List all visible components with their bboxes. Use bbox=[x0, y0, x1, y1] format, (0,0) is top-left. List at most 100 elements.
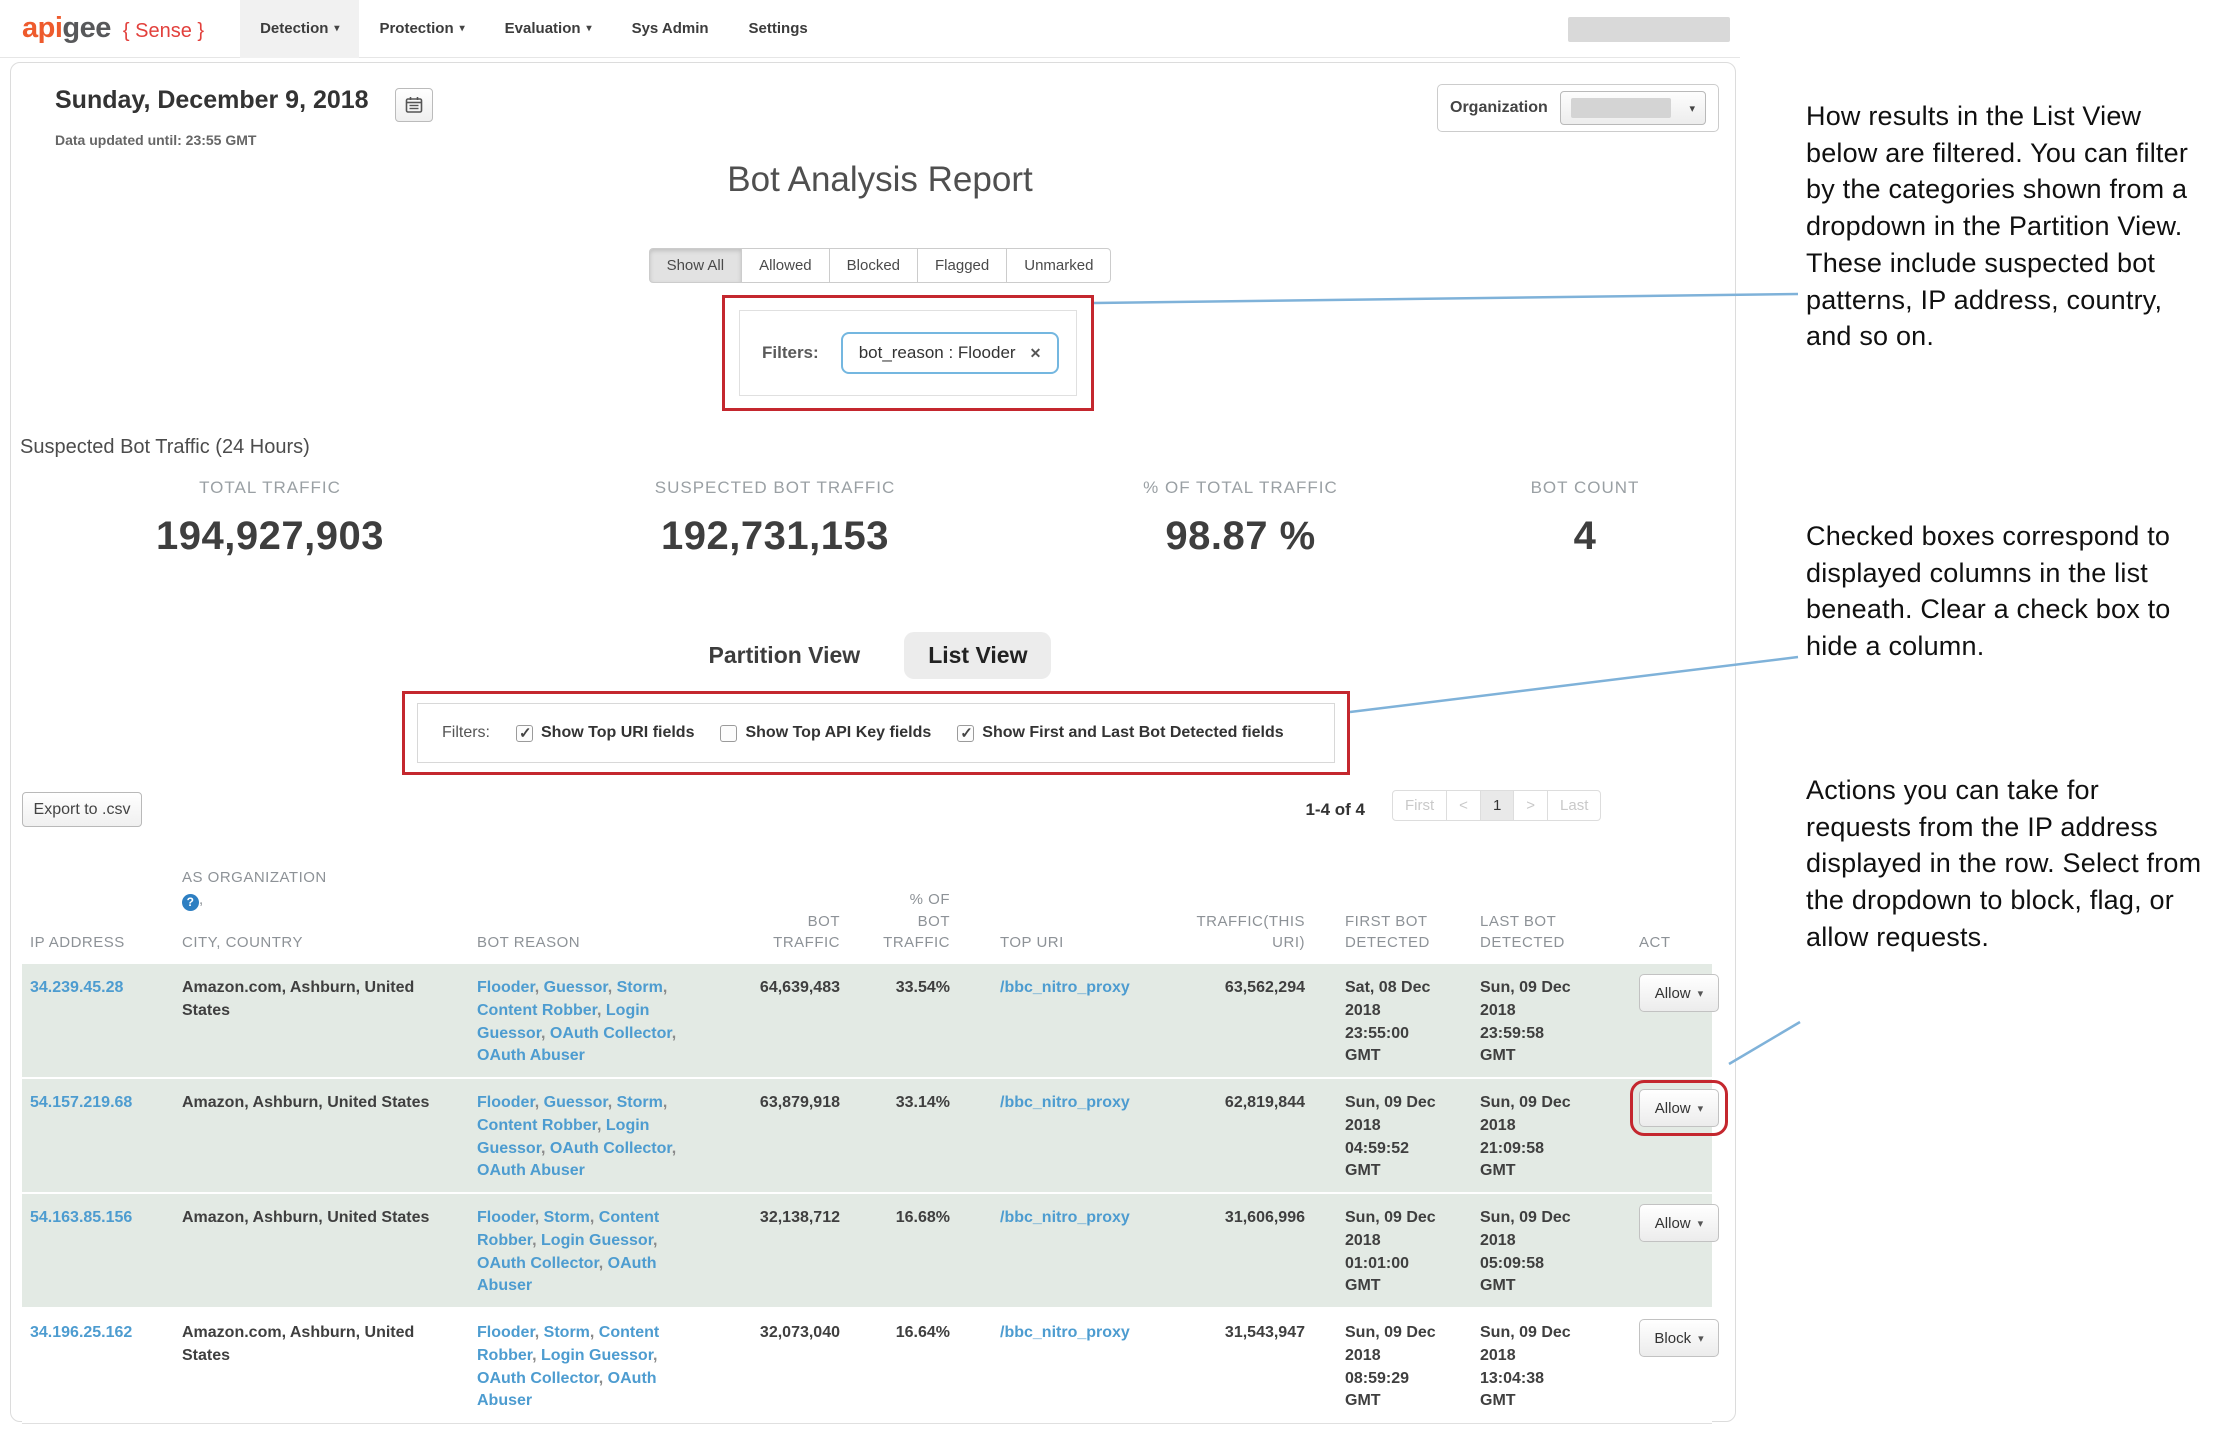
ip-address-link[interactable]: 34.239.45.28 bbox=[22, 964, 182, 1077]
separator: , bbox=[599, 1370, 608, 1387]
act-cell: Block bbox=[1615, 1309, 1712, 1423]
first-bot-detected-cell: Sun, 09 Dec 2018 08:59:29 GMT bbox=[1317, 1309, 1480, 1423]
bot-reason-link[interactable]: Login Guessor bbox=[541, 1232, 653, 1249]
separator: , bbox=[590, 1324, 599, 1341]
tab-blocked[interactable]: Blocked bbox=[829, 248, 918, 283]
stat-total-traffic: TOTAL TRAFFIC 194,927,903 bbox=[80, 478, 460, 559]
separator: , bbox=[663, 1094, 667, 1111]
bot-reason-link[interactable]: OAuth Collector bbox=[477, 1255, 599, 1272]
stat-value: 194,927,903 bbox=[80, 514, 460, 559]
page-button-1[interactable]: 1 bbox=[1480, 790, 1514, 821]
tab-flagged[interactable]: Flagged bbox=[917, 248, 1007, 283]
separator: , bbox=[599, 1255, 608, 1272]
separator: , bbox=[535, 1094, 544, 1111]
action-label: Allow bbox=[1655, 1215, 1691, 1232]
traffic-this-uri-cell: 31,543,947 bbox=[1137, 1309, 1317, 1423]
bot-traffic-cell: 32,073,040 bbox=[707, 1309, 852, 1423]
action-dropdown[interactable]: Allow bbox=[1639, 1089, 1719, 1127]
bot-reason-link[interactable]: Storm bbox=[617, 1094, 663, 1111]
separator: , bbox=[663, 979, 667, 996]
nav-item-evaluation[interactable]: Evaluation ▾ bbox=[485, 0, 612, 58]
tab-list-view[interactable]: List View bbox=[904, 632, 1051, 679]
bot-reason-link[interactable]: Storm bbox=[617, 979, 663, 996]
bot-reason-link[interactable]: OAuth Abuser bbox=[477, 1047, 585, 1064]
bot-reason-cell: Flooder, Guessor, Storm, Content Robber,… bbox=[477, 964, 707, 1077]
nav-item-protection[interactable]: Protection ▾ bbox=[359, 0, 484, 58]
bot-reason-link[interactable]: Storm bbox=[544, 1324, 590, 1341]
tab-partition-view[interactable]: Partition View bbox=[709, 642, 861, 669]
top-uri-link[interactable]: /bbc_nitro_proxy bbox=[962, 1309, 1137, 1423]
calendar-icon bbox=[405, 96, 423, 114]
bot-reason-link[interactable]: OAuth Collector bbox=[550, 1025, 672, 1042]
bot-reason-link[interactable]: OAuth Collector bbox=[477, 1370, 599, 1387]
annotation-text: Checked boxes correspond to displayed co… bbox=[1806, 518, 2208, 665]
top-uri-link[interactable]: /bbc_nitro_proxy bbox=[962, 1079, 1137, 1192]
separator: , bbox=[541, 1140, 550, 1157]
pagination-summary: 1-4 of 4 bbox=[1285, 800, 1365, 820]
organization-select[interactable]: ▾ bbox=[1560, 91, 1706, 125]
logo-sense: { Sense } bbox=[123, 20, 204, 43]
separator: , bbox=[597, 1117, 606, 1134]
separator: , bbox=[535, 1209, 544, 1226]
annotation-highlight-column-filters bbox=[402, 691, 1350, 775]
pagination-controls: First<1>Last bbox=[1392, 790, 1601, 821]
tab-unmarked[interactable]: Unmarked bbox=[1006, 248, 1111, 283]
tab-show-all[interactable]: Show All bbox=[649, 248, 743, 283]
nav-item-detection[interactable]: Detection ▾ bbox=[240, 0, 359, 58]
bot-reason-link[interactable]: OAuth Abuser bbox=[477, 1162, 585, 1179]
top-uri-link[interactable]: /bbc_nitro_proxy bbox=[962, 964, 1137, 1077]
bot-reason-link[interactable]: Content Robber bbox=[477, 1117, 597, 1134]
export-csv-button[interactable]: Export to .csv bbox=[22, 792, 142, 827]
separator: , bbox=[653, 1232, 657, 1249]
bot-traffic-cell: 32,138,712 bbox=[707, 1194, 852, 1307]
organization-label: Organization bbox=[1450, 99, 1548, 117]
first-bot-detected-cell: Sat, 08 Dec 2018 23:55:00 GMT bbox=[1317, 964, 1480, 1077]
traffic-this-uri-cell: 62,819,844 bbox=[1137, 1079, 1317, 1192]
bot-reason-cell: Flooder, Storm, Content Robber, Login Gu… bbox=[477, 1309, 707, 1423]
ip-address-link[interactable]: 54.163.85.156 bbox=[22, 1194, 182, 1307]
nav-item-label: Evaluation bbox=[505, 20, 581, 37]
calendar-button[interactable] bbox=[395, 88, 433, 122]
action-label: Allow bbox=[1655, 1100, 1691, 1117]
tab-allowed[interactable]: Allowed bbox=[741, 248, 830, 283]
bot-reason-link[interactable]: Flooder bbox=[477, 979, 535, 996]
ip-address-link[interactable]: 34.196.25.162 bbox=[22, 1309, 182, 1423]
bot-reason-link[interactable]: Storm bbox=[544, 1209, 590, 1226]
bot-reason-link[interactable]: Flooder bbox=[477, 1324, 535, 1341]
bot-reason-link[interactable]: OAuth Collector bbox=[550, 1140, 672, 1157]
nav-item-label: Settings bbox=[749, 20, 808, 37]
separator: , bbox=[653, 1347, 657, 1364]
last-bot-detected-cell: Sun, 09 Dec 2018 23:59:58 GMT bbox=[1480, 964, 1615, 1077]
col-header-as-organization: AS ORGANIZATION ?, CITY, COUNTRY bbox=[182, 845, 477, 954]
separator: , bbox=[535, 1324, 544, 1341]
nav-item-label: Sys Admin bbox=[632, 20, 709, 37]
bot-reason-link[interactable]: Guessor bbox=[544, 979, 608, 996]
nav-item-sys-admin[interactable]: Sys Admin bbox=[612, 0, 729, 58]
page-button-: < bbox=[1446, 790, 1481, 821]
stat-suspected-bot-traffic: SUSPECTED BOT TRAFFIC 192,731,153 bbox=[585, 478, 965, 559]
data-updated-note: Data updated until: 23:55 GMT bbox=[55, 132, 256, 148]
bot-reason-link[interactable]: Flooder bbox=[477, 1209, 535, 1226]
bot-reason-link[interactable]: Login Guessor bbox=[541, 1347, 653, 1364]
pct-bot-traffic-cell: 16.64% bbox=[852, 1309, 962, 1423]
action-dropdown[interactable]: Allow bbox=[1639, 1204, 1719, 1242]
separator: , bbox=[541, 1025, 550, 1042]
bot-reason-link[interactable]: Flooder bbox=[477, 1094, 535, 1111]
last-bot-detected-cell: Sun, 09 Dec 2018 05:09:58 GMT bbox=[1480, 1194, 1615, 1307]
ip-address-link[interactable]: 54.157.219.68 bbox=[22, 1079, 182, 1192]
annotation-column: How results in the List View below are f… bbox=[1806, 0, 2208, 1433]
help-icon[interactable]: ? bbox=[182, 894, 199, 911]
bot-reason-link[interactable]: Content Robber bbox=[477, 1002, 597, 1019]
action-dropdown[interactable]: Block bbox=[1639, 1319, 1719, 1357]
section-title-suspected-bot-traffic: Suspected Bot Traffic (24 Hours) bbox=[20, 436, 310, 459]
bot-reason-link[interactable]: Guessor bbox=[544, 1094, 608, 1111]
separator: , bbox=[672, 1025, 676, 1042]
view-switch: Partition View List View bbox=[60, 632, 1700, 679]
first-bot-detected-cell: Sun, 09 Dec 2018 04:59:52 GMT bbox=[1317, 1079, 1480, 1192]
top-uri-link[interactable]: /bbc_nitro_proxy bbox=[962, 1194, 1137, 1307]
action-dropdown[interactable]: Allow bbox=[1639, 974, 1719, 1012]
col-header-last-bot-detected: LAST BOT DETECTED bbox=[1480, 911, 1615, 955]
stat-label: % OF TOTAL TRAFFIC bbox=[1063, 478, 1418, 498]
act-cell: Allow bbox=[1615, 1194, 1712, 1307]
nav-item-settings[interactable]: Settings bbox=[729, 0, 828, 58]
